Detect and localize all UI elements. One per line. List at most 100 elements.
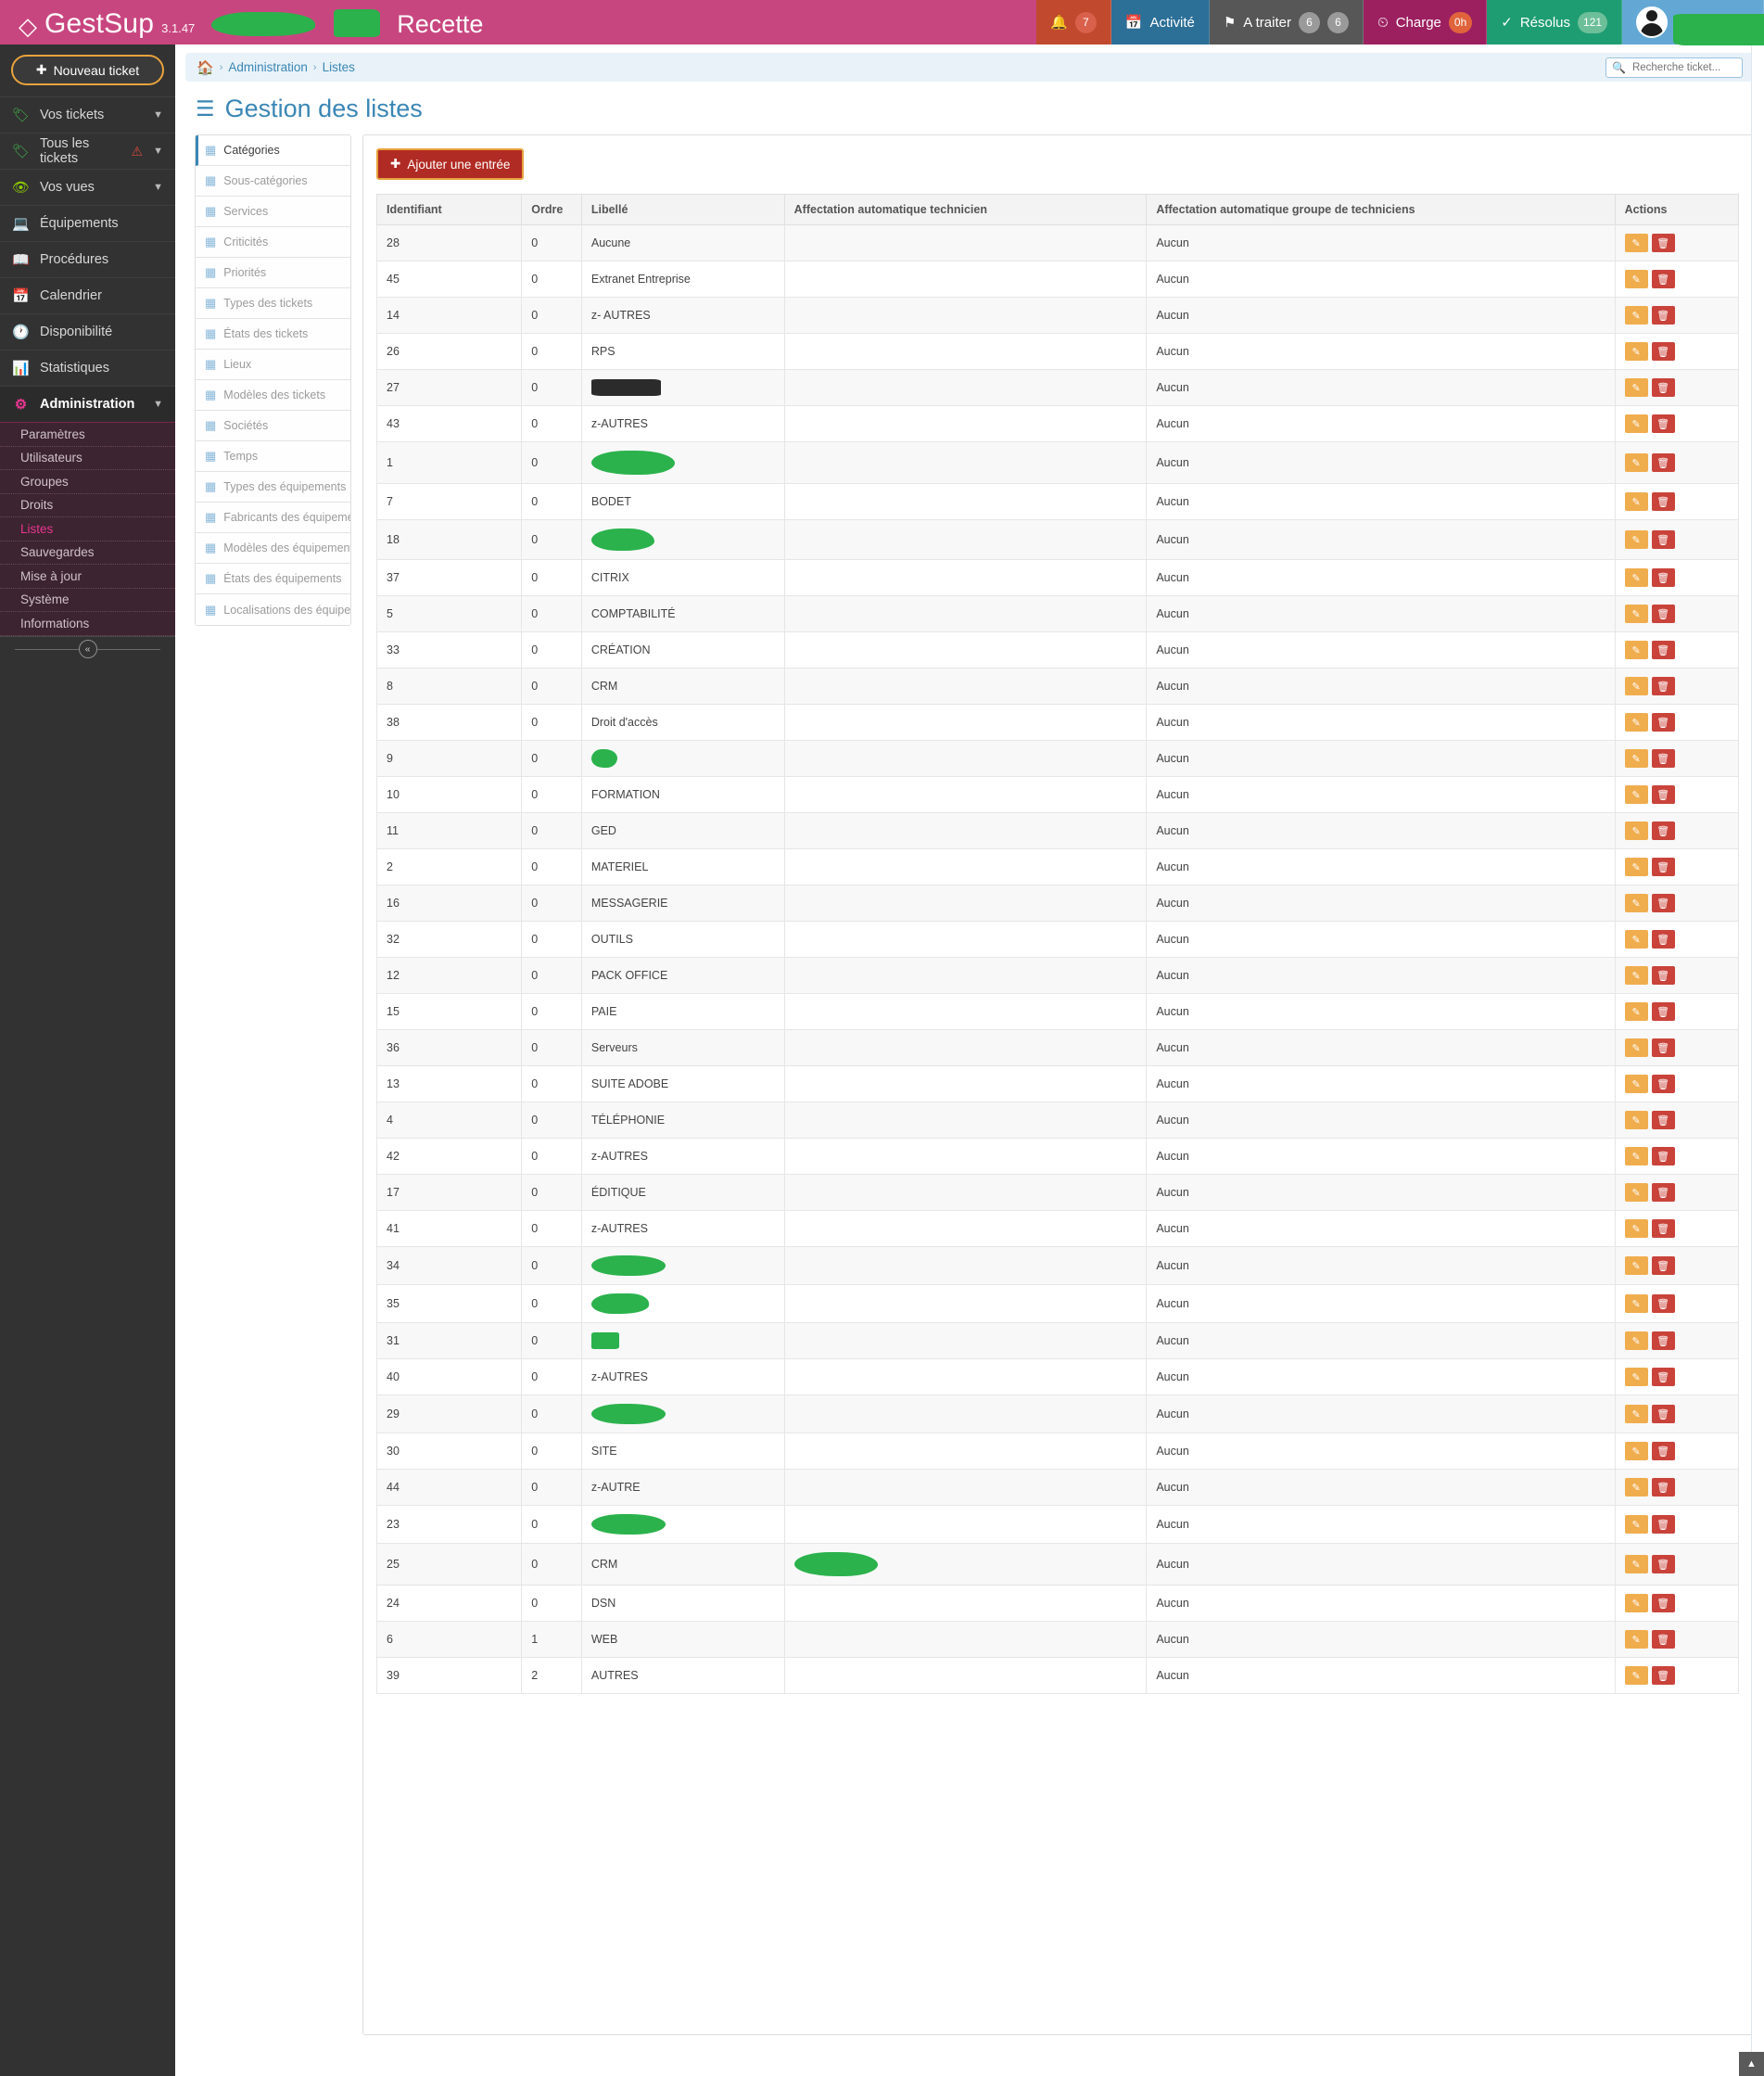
edit-row-button[interactable]: ✎ bbox=[1624, 894, 1648, 912]
edit-row-button[interactable]: ✎ bbox=[1624, 930, 1648, 949]
edit-row-button[interactable]: ✎ bbox=[1624, 453, 1648, 472]
delete-row-button[interactable]: 🗑 bbox=[1651, 677, 1675, 695]
delete-row-button[interactable]: 🗑 bbox=[1651, 821, 1675, 840]
nav-a-traiter[interactable]: ⚑ A traiter 6 6 bbox=[1209, 0, 1364, 45]
edit-row-button[interactable]: ✎ bbox=[1624, 492, 1648, 511]
edit-row-button[interactable]: ✎ bbox=[1624, 677, 1648, 695]
edit-row-button[interactable]: ✎ bbox=[1624, 1555, 1648, 1573]
collapse-left-icon[interactable]: « bbox=[78, 640, 97, 658]
edit-row-button[interactable]: ✎ bbox=[1624, 1294, 1648, 1313]
edit-row-button[interactable]: ✎ bbox=[1624, 414, 1648, 433]
delete-row-button[interactable]: 🗑 bbox=[1651, 1666, 1675, 1685]
delete-row-button[interactable]: 🗑 bbox=[1651, 930, 1675, 949]
edit-row-button[interactable]: ✎ bbox=[1624, 1183, 1648, 1202]
delete-row-button[interactable]: 🗑 bbox=[1651, 234, 1675, 252]
edit-row-button[interactable]: ✎ bbox=[1624, 749, 1648, 768]
delete-row-button[interactable]: 🗑 bbox=[1651, 414, 1675, 433]
edit-row-button[interactable]: ✎ bbox=[1624, 1111, 1648, 1129]
delete-row-button[interactable]: 🗑 bbox=[1651, 568, 1675, 587]
delete-row-button[interactable]: 🗑 bbox=[1651, 1331, 1675, 1350]
sidebar-item-calendrier[interactable]: 📅 Calendrier bbox=[0, 277, 175, 313]
delete-row-button[interactable]: 🗑 bbox=[1651, 1075, 1675, 1093]
delete-row-button[interactable]: 🗑 bbox=[1651, 966, 1675, 985]
edit-row-button[interactable]: ✎ bbox=[1624, 1147, 1648, 1165]
scroll-to-top-button[interactable]: ▲ bbox=[1739, 2052, 1764, 2076]
sidebar-item-vos-vues[interactable]: 👁 Vos vues ▼ bbox=[0, 169, 175, 205]
edit-row-button[interactable]: ✎ bbox=[1624, 568, 1648, 587]
delete-row-button[interactable]: 🗑 bbox=[1651, 1294, 1675, 1313]
edit-row-button[interactable]: ✎ bbox=[1624, 1331, 1648, 1350]
edit-row-button[interactable]: ✎ bbox=[1624, 1038, 1648, 1057]
delete-row-button[interactable]: 🗑 bbox=[1651, 785, 1675, 804]
list-tab-tats-des-tickets[interactable]: ▦ États des tickets bbox=[196, 319, 350, 350]
delete-row-button[interactable]: 🗑 bbox=[1651, 453, 1675, 472]
delete-row-button[interactable]: 🗑 bbox=[1651, 605, 1675, 623]
list-tab-cat-gories[interactable]: ▦ Catégories bbox=[196, 135, 350, 166]
edit-row-button[interactable]: ✎ bbox=[1624, 1368, 1648, 1386]
delete-row-button[interactable]: 🗑 bbox=[1651, 1219, 1675, 1238]
list-tab-fabricants-des-quipements[interactable]: ▦ Fabricants des équipements bbox=[196, 503, 350, 533]
admin-item-syst-me[interactable]: Système bbox=[0, 589, 175, 612]
ticket-search[interactable]: 🔍 bbox=[1605, 57, 1743, 78]
admin-item-listes[interactable]: Listes bbox=[0, 517, 175, 541]
delete-row-button[interactable]: 🗑 bbox=[1651, 342, 1675, 361]
breadcrumb-item-administration[interactable]: Administration bbox=[228, 60, 308, 74]
list-tab-temps[interactable]: ▦ Temps bbox=[196, 441, 350, 472]
delete-row-button[interactable]: 🗑 bbox=[1651, 378, 1675, 397]
edit-row-button[interactable]: ✎ bbox=[1624, 1515, 1648, 1534]
delete-row-button[interactable]: 🗑 bbox=[1651, 1515, 1675, 1534]
edit-row-button[interactable]: ✎ bbox=[1624, 1666, 1648, 1685]
delete-row-button[interactable]: 🗑 bbox=[1651, 713, 1675, 732]
delete-row-button[interactable]: 🗑 bbox=[1651, 1630, 1675, 1649]
delete-row-button[interactable]: 🗑 bbox=[1651, 1038, 1675, 1057]
delete-row-button[interactable]: 🗑 bbox=[1651, 1002, 1675, 1021]
nav-resolus[interactable]: ✓ Résolus 121 bbox=[1487, 0, 1623, 45]
column-header-ordre[interactable]: Ordre bbox=[521, 194, 582, 225]
admin-item-groupes[interactable]: Groupes bbox=[0, 470, 175, 494]
list-tab-criticit-s[interactable]: ▦ Criticités bbox=[196, 227, 350, 258]
delete-row-button[interactable]: 🗑 bbox=[1651, 641, 1675, 659]
list-tab-mod-les-des-tickets[interactable]: ▦ Modèles des tickets bbox=[196, 380, 350, 411]
edit-row-button[interactable]: ✎ bbox=[1624, 234, 1648, 252]
delete-row-button[interactable]: 🗑 bbox=[1651, 1368, 1675, 1386]
edit-row-button[interactable]: ✎ bbox=[1624, 1075, 1648, 1093]
delete-row-button[interactable]: 🗑 bbox=[1651, 858, 1675, 876]
edit-row-button[interactable]: ✎ bbox=[1624, 966, 1648, 985]
delete-row-button[interactable]: 🗑 bbox=[1651, 1405, 1675, 1423]
delete-row-button[interactable]: 🗑 bbox=[1651, 270, 1675, 288]
brand[interactable]: ◇ GestSup 3.1.47 Recette bbox=[0, 5, 483, 40]
edit-row-button[interactable]: ✎ bbox=[1624, 270, 1648, 288]
edit-row-button[interactable]: ✎ bbox=[1624, 1442, 1648, 1460]
list-tab-priorit-s[interactable]: ▦ Priorités bbox=[196, 258, 350, 288]
nav-charge[interactable]: ⏲ Charge 0h bbox=[1363, 0, 1488, 45]
delete-row-button[interactable]: 🗑 bbox=[1651, 492, 1675, 511]
breadcrumb-item-listes[interactable]: Listes bbox=[323, 60, 355, 74]
edit-row-button[interactable]: ✎ bbox=[1624, 1002, 1648, 1021]
edit-row-button[interactable]: ✎ bbox=[1624, 530, 1648, 549]
delete-row-button[interactable]: 🗑 bbox=[1651, 1256, 1675, 1275]
list-tab-lieux[interactable]: ▦ Lieux bbox=[196, 350, 350, 380]
new-ticket-button[interactable]: ✚ Nouveau ticket bbox=[11, 55, 164, 85]
add-entry-button[interactable]: ✚ Ajouter une entrée bbox=[376, 148, 525, 180]
edit-row-button[interactable]: ✎ bbox=[1624, 1478, 1648, 1497]
sidebar-item-disponibilit[interactable]: 🕐 Disponibilité bbox=[0, 313, 175, 350]
delete-row-button[interactable]: 🗑 bbox=[1651, 1478, 1675, 1497]
edit-row-button[interactable]: ✎ bbox=[1624, 821, 1648, 840]
delete-row-button[interactable]: 🗑 bbox=[1651, 749, 1675, 768]
admin-item-sauvegardes[interactable]: Sauvegardes bbox=[0, 541, 175, 565]
column-header-libelle[interactable]: Libellé bbox=[580, 194, 785, 225]
edit-row-button[interactable]: ✎ bbox=[1624, 1405, 1648, 1423]
list-tab-types-des-quipements[interactable]: ▦ Types des équipements bbox=[196, 472, 350, 503]
delete-row-button[interactable]: 🗑 bbox=[1651, 1442, 1675, 1460]
edit-row-button[interactable]: ✎ bbox=[1624, 1630, 1648, 1649]
admin-item-informations[interactable]: Informations bbox=[0, 612, 175, 636]
delete-row-button[interactable]: 🗑 bbox=[1651, 894, 1675, 912]
nav-activite[interactable]: 📅 Activité bbox=[1110, 0, 1210, 45]
edit-row-button[interactable]: ✎ bbox=[1624, 342, 1648, 361]
delete-row-button[interactable]: 🗑 bbox=[1651, 306, 1675, 325]
delete-row-button[interactable]: 🗑 bbox=[1651, 1183, 1675, 1202]
column-header-identifiant[interactable]: Identifiant bbox=[375, 194, 523, 225]
sidebar-item-tous-les-tickets[interactable]: 🏷 Tous les tickets ⚠ ▼ bbox=[0, 133, 175, 169]
column-header-affectation-technicien[interactable]: Affectation automatique technicien bbox=[783, 194, 1148, 225]
edit-row-button[interactable]: ✎ bbox=[1624, 1219, 1648, 1238]
